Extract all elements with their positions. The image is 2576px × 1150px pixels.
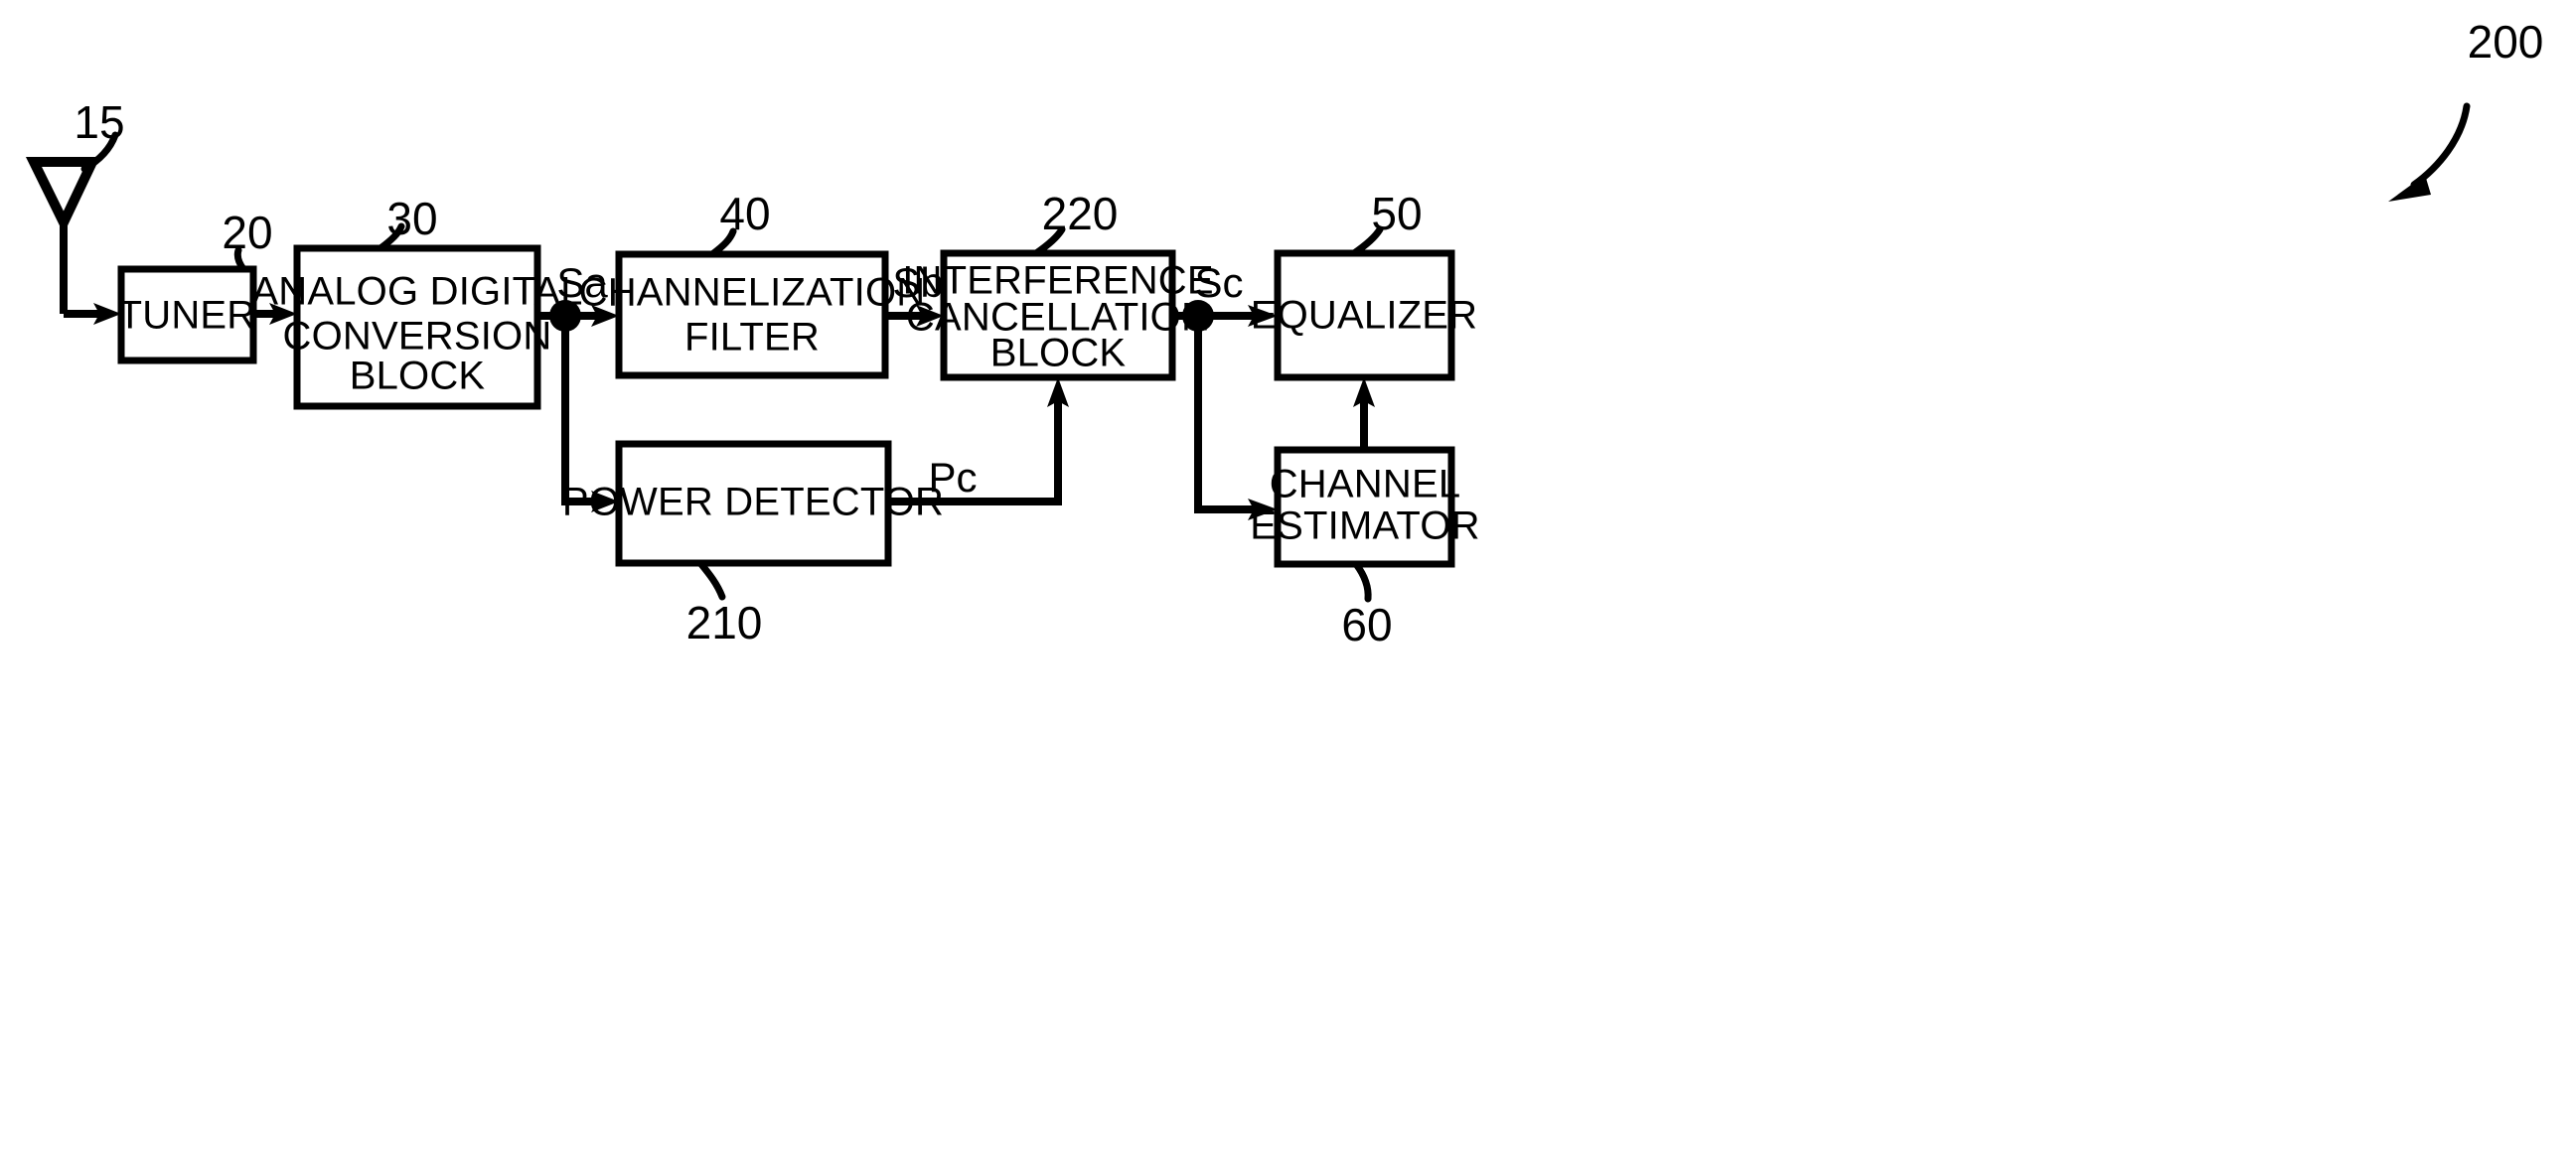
antenna-icon xyxy=(25,157,100,314)
interference-cancellation-reference-220: 220 xyxy=(1032,188,1119,257)
block-power-detector-label: POWER DETECTOR xyxy=(562,481,944,524)
overall-reference-200: 200 xyxy=(2388,16,2543,202)
patent-figure: 200 15 TUNER 20 ANALOG DIGITAL CONVERSIO… xyxy=(0,0,2576,1150)
block-power-detector[interactable]: POWER DETECTOR xyxy=(562,440,944,567)
block-adc-label-line3: BLOCK xyxy=(350,355,486,398)
block-tuner[interactable]: TUNER xyxy=(117,265,257,364)
block-channel-estimator-label-line1: CHANNEL xyxy=(1270,463,1461,506)
block-chfilter-label-line2: FILTER xyxy=(684,316,820,359)
arrowhead-200 xyxy=(2388,175,2431,202)
signal-label-sc: Sc xyxy=(1194,259,1243,306)
block-adc-label-line1: ANALOG DIGITAL xyxy=(251,270,582,314)
leader-line-210 xyxy=(696,559,726,601)
reference-numeral-210: 210 xyxy=(686,597,763,648)
block-channel-estimator[interactable]: CHANNEL ESTIMATOR xyxy=(1250,446,1480,568)
block-icblock-label-line3: BLOCK xyxy=(990,332,1127,375)
block-diagram-canvas: 200 15 TUNER 20 ANALOG DIGITAL CONVERSIO… xyxy=(25,16,2543,650)
wire-sc-to-channel-estimator xyxy=(1194,316,1278,520)
block-channelization-filter[interactable]: CHANNELIZATION FILTER xyxy=(579,250,926,379)
reference-numeral-15: 15 xyxy=(74,96,124,148)
block-channel-estimator-label-line2: ESTIMATOR xyxy=(1250,504,1479,548)
reference-numeral-60: 60 xyxy=(1341,599,1392,650)
signal-label-pc: Pc xyxy=(928,454,977,501)
block-adc-label-line2: CONVERSION xyxy=(283,315,552,359)
reference-numeral-220: 220 xyxy=(1042,188,1119,239)
block-tuner-label: TUNER xyxy=(118,294,256,338)
block-equalizer[interactable]: EQUALIZER xyxy=(1251,249,1478,381)
block-interference-cancellation[interactable]: INTERFERENCE CANCELLATION BLOCK xyxy=(902,249,1214,381)
tuner-reference-20: 20 xyxy=(222,207,273,273)
reference-numeral-20: 20 xyxy=(222,207,272,258)
adc-reference-30: 30 xyxy=(377,193,438,252)
block-chfilter-label-line1: CHANNELIZATION xyxy=(579,271,926,315)
reference-numeral-200: 200 xyxy=(2468,16,2544,68)
channel-estimator-reference-60: 60 xyxy=(1341,560,1393,650)
leader-line-50 xyxy=(1350,225,1384,257)
channelization-filter-reference-40: 40 xyxy=(708,188,771,258)
reference-numeral-40: 40 xyxy=(719,188,770,239)
equalizer-reference-50: 50 xyxy=(1350,188,1423,257)
wire-chestimator-to-equalizer xyxy=(1353,377,1375,450)
wire-antenna-to-tuner xyxy=(64,303,121,325)
leader-line-200 xyxy=(2410,102,2471,189)
block-analog-digital-conversion[interactable]: ANALOG DIGITAL CONVERSION BLOCK xyxy=(251,244,582,410)
leader-line-60 xyxy=(1352,560,1372,603)
block-equalizer-label: EQUALIZER xyxy=(1251,294,1478,338)
power-detector-reference-210: 210 xyxy=(686,559,763,648)
